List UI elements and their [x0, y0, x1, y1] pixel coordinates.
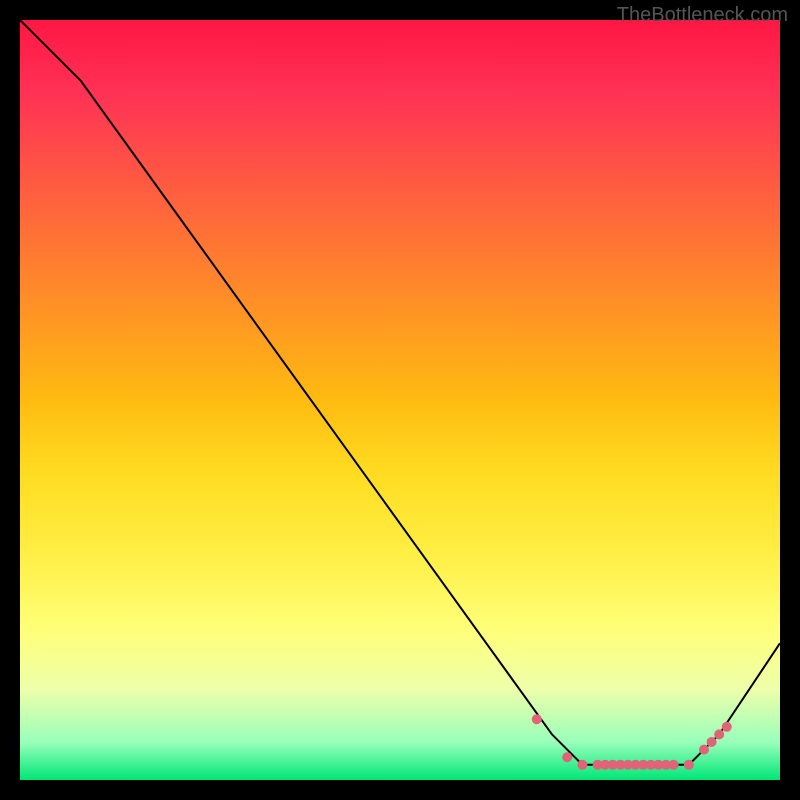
- marker-point: [707, 737, 717, 747]
- marker-point: [699, 745, 709, 755]
- marker-point: [532, 714, 542, 724]
- marker-point: [577, 760, 587, 770]
- chart-svg: [20, 20, 780, 780]
- marker-point: [562, 752, 572, 762]
- marker-point: [714, 729, 724, 739]
- highlighted-points-group: [532, 714, 732, 770]
- marker-point: [669, 760, 679, 770]
- chart-plot-area: [20, 20, 780, 780]
- bottleneck-curve-line: [20, 20, 780, 765]
- watermark-text: TheBottleneck.com: [617, 4, 788, 27]
- marker-point: [722, 722, 732, 732]
- marker-point: [684, 760, 694, 770]
